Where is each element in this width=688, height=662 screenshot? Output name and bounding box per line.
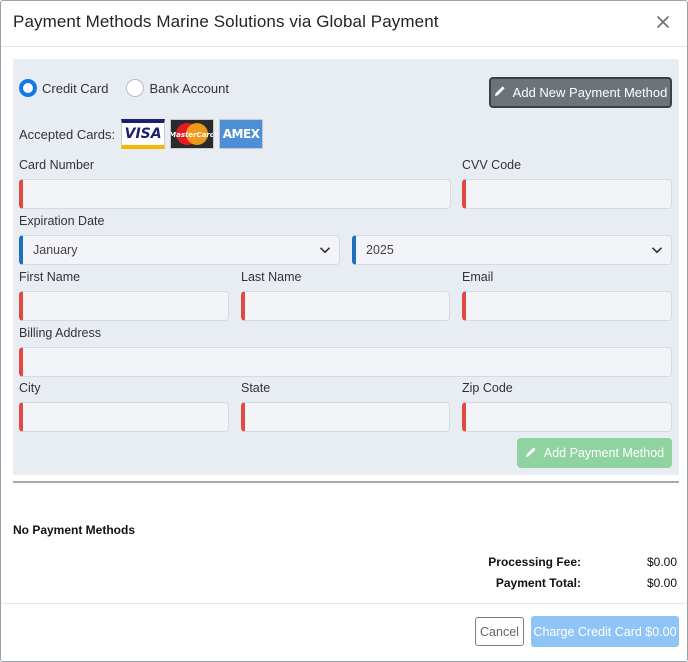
accepted-cards-label: Accepted Cards: [19, 126, 116, 142]
radio-credit-card-label: Credit Card [42, 80, 109, 96]
last-name-label: Last Name [241, 270, 302, 284]
amex-logo: AMEX [219, 119, 264, 149]
expiration-year-select[interactable]: 2025 [352, 235, 672, 265]
pencil-icon [494, 85, 513, 100]
chevron-down-icon [319, 244, 331, 259]
payment-type-group: Credit Card Bank Account [19, 79, 247, 97]
payment-total-row: Payment Total: $0.00 [417, 576, 677, 590]
billing-address-input[interactable] [19, 347, 672, 377]
cvv-input[interactable] [462, 179, 672, 209]
add-new-payment-method-button[interactable]: Add New Payment Method [489, 77, 672, 108]
card-number-input[interactable] [19, 179, 451, 209]
cancel-button[interactable]: Cancel [475, 617, 524, 646]
svg-text:MasterCard: MasterCard [171, 131, 213, 139]
email-label: Email [462, 270, 494, 284]
add-payment-method-label: Add Payment Method [543, 446, 665, 460]
zip-code-label: Zip Code [462, 381, 513, 395]
close-icon[interactable] [653, 12, 673, 32]
radio-bank-account-label: Bank Account [149, 80, 229, 96]
processing-fee-row: Processing Fee: $0.00 [417, 555, 677, 569]
accepted-cards: Accepted Cards: VISA MasterCard AMEX [19, 119, 268, 149]
charge-credit-card-button[interactable]: Charge Credit Card $0.00 [531, 616, 679, 647]
payment-methods-modal: Payment Methods Marine Solutions via Glo… [0, 0, 688, 662]
pencil-icon [525, 446, 544, 461]
payment-total-label: Payment Total: [495, 576, 581, 590]
no-payment-methods-text: No Payment Methods [13, 523, 136, 537]
state-label: State [241, 381, 271, 395]
radio-bank-account[interactable]: Bank Account [126, 79, 229, 97]
zip-code-input[interactable] [462, 402, 672, 432]
first-name-input[interactable] [19, 291, 229, 321]
payment-form-panel: Credit Card Bank Account Add New Payment… [13, 59, 679, 475]
expiration-month-value: January [33, 243, 78, 257]
city-label: City [19, 381, 41, 395]
visa-logo: VISA [121, 119, 166, 149]
payment-total-value: $0.00 [646, 576, 677, 590]
chevron-down-icon [651, 244, 663, 259]
footer-divider [1, 603, 687, 604]
expiration-date-label: Expiration Date [19, 214, 105, 228]
expiration-month-select[interactable]: January [19, 235, 340, 265]
modal-header: Payment Methods Marine Solutions via Glo… [1, 1, 687, 47]
billing-address-label: Billing Address [19, 326, 101, 340]
section-divider [13, 481, 679, 483]
modal-title: Payment Methods Marine Solutions via Glo… [13, 12, 439, 31]
card-number-label: Card Number [19, 158, 95, 172]
state-input[interactable] [241, 402, 450, 432]
city-input[interactable] [19, 402, 229, 432]
mastercard-logo: MasterCard [170, 119, 215, 149]
radio-credit-card[interactable]: Credit Card [19, 79, 108, 97]
radio-credit-card-circle[interactable] [19, 79, 37, 97]
processing-fee-label: Processing Fee: [488, 555, 581, 569]
processing-fee-value: $0.00 [646, 555, 677, 569]
first-name-label: First Name [19, 270, 81, 284]
add-payment-method-button[interactable]: Add Payment Method [517, 438, 672, 468]
add-new-payment-method-label: Add New Payment Method [512, 85, 668, 100]
expiration-year-value: 2025 [366, 243, 394, 257]
last-name-input[interactable] [241, 291, 450, 321]
radio-bank-account-circle[interactable] [126, 79, 145, 97]
cvv-label: CVV Code [462, 158, 522, 172]
email-input[interactable] [462, 291, 672, 321]
